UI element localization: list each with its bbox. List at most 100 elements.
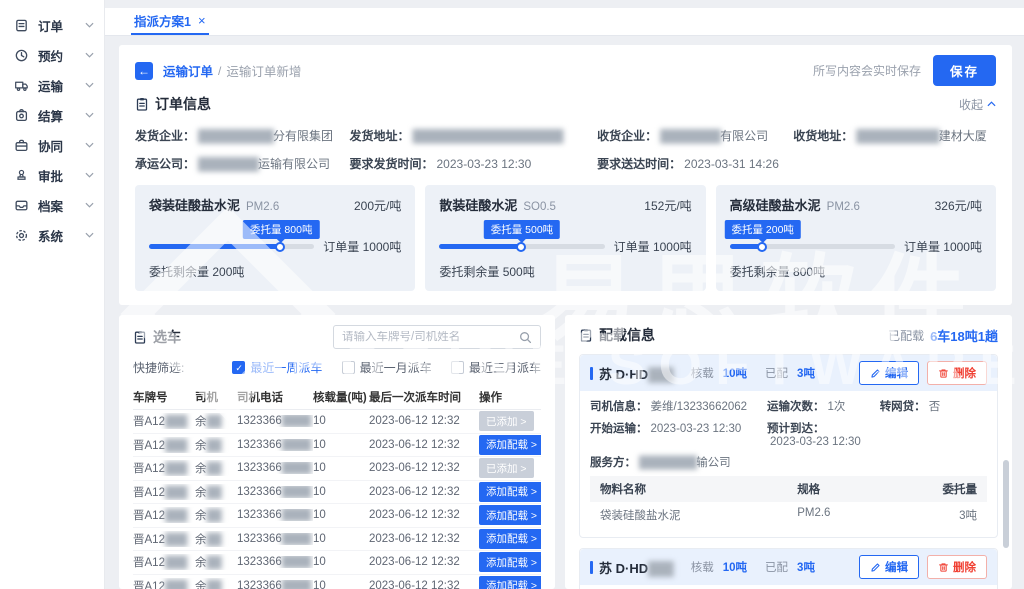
trip-count: 运输次数：1次 (767, 398, 880, 414)
product-card: 散装硅酸水泥 SO0.5 152元/吨 委托量 500吨 订单量 1000吨 委… (425, 185, 705, 291)
back-button[interactable]: ← (135, 62, 153, 80)
plate-accent-bar (590, 561, 593, 574)
vehicle-plate: 苏 D·HD███ (599, 558, 673, 577)
search-icon[interactable] (519, 331, 532, 344)
filter-last-quarter[interactable]: 最近三月派车 (451, 359, 541, 376)
material-row: 袋装硅酸盐水泥PM2.63吨 (590, 502, 987, 528)
save-button[interactable]: 保存 (933, 55, 996, 86)
table-row: 晋A12███ 余██ 1323366████ 10 2023-06-12 12… (133, 551, 541, 575)
sidebar-item-archive[interactable]: 档案 (0, 190, 104, 220)
progress-fill (730, 244, 763, 249)
add-load-button[interactable]: 已添加 > (479, 458, 534, 478)
chevron-down-icon (85, 172, 94, 178)
bottom-panels: 选车 快捷筛选: 最近一周派车 最近一月派车 最近三月派车 (119, 315, 1012, 589)
order-info-header: 订单信息 收起 (135, 94, 996, 114)
sidebar-item-label: 审批 (38, 166, 76, 185)
product-price: 200元/吨 (354, 197, 401, 214)
sidebar-item-orders[interactable]: 订单 (0, 10, 104, 40)
field-ship-address: 发货地址：████████████████████ (349, 127, 589, 144)
order-quantity: 订单量 1000吨 (904, 238, 982, 255)
collapse-toggle[interactable]: 收起 (959, 96, 996, 113)
clipboard-icon (133, 330, 147, 344)
sidebar-item-system[interactable]: 系统 (0, 220, 104, 250)
filter-last-month[interactable]: 最近一月派车 (342, 359, 432, 376)
start-time: 开始运输：2023-03-23 12:30 (590, 420, 767, 448)
safe-icon (14, 108, 29, 123)
delete-button[interactable]: 删除 (927, 361, 987, 385)
progress-knob[interactable] (275, 242, 285, 252)
tab-label: 指派方案1 (134, 11, 191, 30)
panel-title: 选车 (153, 327, 181, 347)
quick-filters: 快捷筛选: 最近一周派车 最近一月派车 最近三月派车 (133, 359, 541, 376)
product-name: 散装硅酸水泥 (439, 195, 517, 214)
inbox-icon (14, 198, 29, 213)
breadcrumb: ← 运输订单 / 运输订单新增 所写内容会实时保存 保存 (135, 55, 996, 86)
product-card: 袋装硅酸盐水泥 PM2.6 200元/吨 委托量 800吨 订单量 1000吨 … (135, 185, 415, 291)
add-load-button[interactable]: 添加配载 > (479, 505, 541, 525)
checkbox-icon[interactable] (232, 361, 245, 374)
sidebar-item-collaboration[interactable]: 协同 (0, 130, 104, 160)
add-load-button[interactable]: 添加配载 > (479, 529, 541, 549)
entrust-tooltip: 委托量 200吨 (724, 220, 800, 239)
field-ship-time: 要求发货时间：2023-03-23 12:30 (349, 155, 589, 172)
add-load-button[interactable]: 添加配载 > (479, 482, 541, 502)
field-receive-address: 收货地址：███████████建材大厦 (793, 127, 996, 144)
table-row: 晋A12███ 余██ 1323366████ 10 2023-06-12 12… (133, 457, 541, 481)
material-table-header: 物料名称规格委托量 (590, 476, 987, 502)
vehicle-table: 车牌号 司机 司机电话 核载量(吨) 最后一次派车时间 操作 晋A12███ 余… (133, 385, 541, 589)
sidebar-item-transport[interactable]: 运输 (0, 70, 104, 100)
sidebar-item-label: 结算 (38, 106, 76, 125)
progress-track: 委托量 500吨 (439, 244, 604, 249)
delete-button[interactable]: 删除 (927, 555, 987, 579)
content: ← 运输订单 / 运输订单新增 所写内容会实时保存 保存 订单信息 收起 (105, 36, 1024, 589)
table-row: 晋A12███ 余██ 1323366████ 10 2023-06-12 12… (133, 434, 541, 458)
material-table: 物料名称规格委托量 袋装硅酸盐水泥PM2.63吨 (590, 476, 987, 528)
briefcase-icon (14, 138, 29, 153)
order-quantity: 订单量 1000吨 (323, 238, 401, 255)
sidebar-item-approval[interactable]: 审批 (0, 160, 104, 190)
network-loan: 转网贷：否 (880, 398, 987, 414)
sidebar-item-label: 订单 (38, 16, 76, 35)
progress-knob[interactable] (516, 242, 526, 252)
sidebar-item-settlement[interactable]: 结算 (0, 100, 104, 130)
breadcrumb-parent[interactable]: 运输订单 (163, 61, 213, 80)
close-icon[interactable]: × (198, 13, 206, 28)
chevron-down-icon (85, 232, 94, 238)
trash-icon (938, 562, 949, 573)
vehicle-select-panel: 选车 快捷筛选: 最近一周派车 最近一月派车 最近三月派车 (119, 315, 555, 589)
sidebar-item-appointments[interactable]: 预约 (0, 40, 104, 70)
load-card-list: 苏 D·HD███ 核载10吨 已配3吨 编辑 删除 司机信息：姜 (579, 354, 998, 589)
service-provider: 服务方：████████输公司 (590, 454, 987, 470)
add-load-button[interactable]: 添加配载 > (479, 576, 541, 589)
tab-bar: 指派方案1 × (105, 8, 1024, 36)
product-card: 高级硅酸盐水泥 PM2.6 326元/吨 委托量 200吨 订单量 1000吨 … (716, 185, 996, 291)
table-row: 晋A12███ 余██ 1323366████ 10 2023-06-12 12… (133, 575, 541, 589)
sidebar-item-label: 运输 (38, 76, 76, 95)
clipboard-icon (579, 328, 593, 342)
load-card: 苏 D·HD███ 核载10吨 已配3吨 编辑 删除 司机信息：姜 (579, 354, 998, 538)
load-summary-value: 6车18吨1趟 (930, 326, 998, 345)
search-input[interactable] (342, 331, 519, 343)
gear-icon (14, 228, 29, 243)
progress-knob[interactable] (757, 242, 767, 252)
product-spec: PM2.6 (827, 201, 860, 213)
product-cards: 袋装硅酸盐水泥 PM2.6 200元/吨 委托量 800吨 订单量 1000吨 … (135, 185, 996, 291)
scrollbar-thumb[interactable] (1003, 460, 1009, 548)
edit-button[interactable]: 编辑 (859, 361, 919, 385)
checkbox-icon[interactable] (342, 361, 355, 374)
checkbox-icon[interactable] (451, 361, 464, 374)
load-summary: 已配载 6车18吨1趟 (888, 326, 998, 345)
filter-last-week[interactable]: 最近一周派车 (232, 359, 322, 376)
edit-button[interactable]: 编辑 (859, 555, 919, 579)
table-row: 晋A12███ 余██ 1323366████ 10 2023-06-12 12… (133, 481, 541, 505)
eta-time: 预计到达：2023-03-23 12:30 (767, 420, 880, 448)
add-load-button[interactable]: 已添加 > (479, 411, 534, 431)
chevron-down-icon (85, 142, 94, 148)
sidebar-item-label: 档案 (38, 196, 76, 215)
load-card: 苏 D·HD███ 核载10吨 已配3吨 编辑 删除 司机信息：姜 (579, 548, 998, 589)
entrust-tooltip: 委托量 800吨 (243, 220, 319, 239)
add-load-button[interactable]: 添加配载 > (479, 435, 541, 455)
tab-dispatch-plan[interactable]: 指派方案1 × (131, 8, 209, 35)
panel-title: 配载信息 (599, 325, 655, 345)
add-load-button[interactable]: 添加配载 > (479, 552, 541, 572)
